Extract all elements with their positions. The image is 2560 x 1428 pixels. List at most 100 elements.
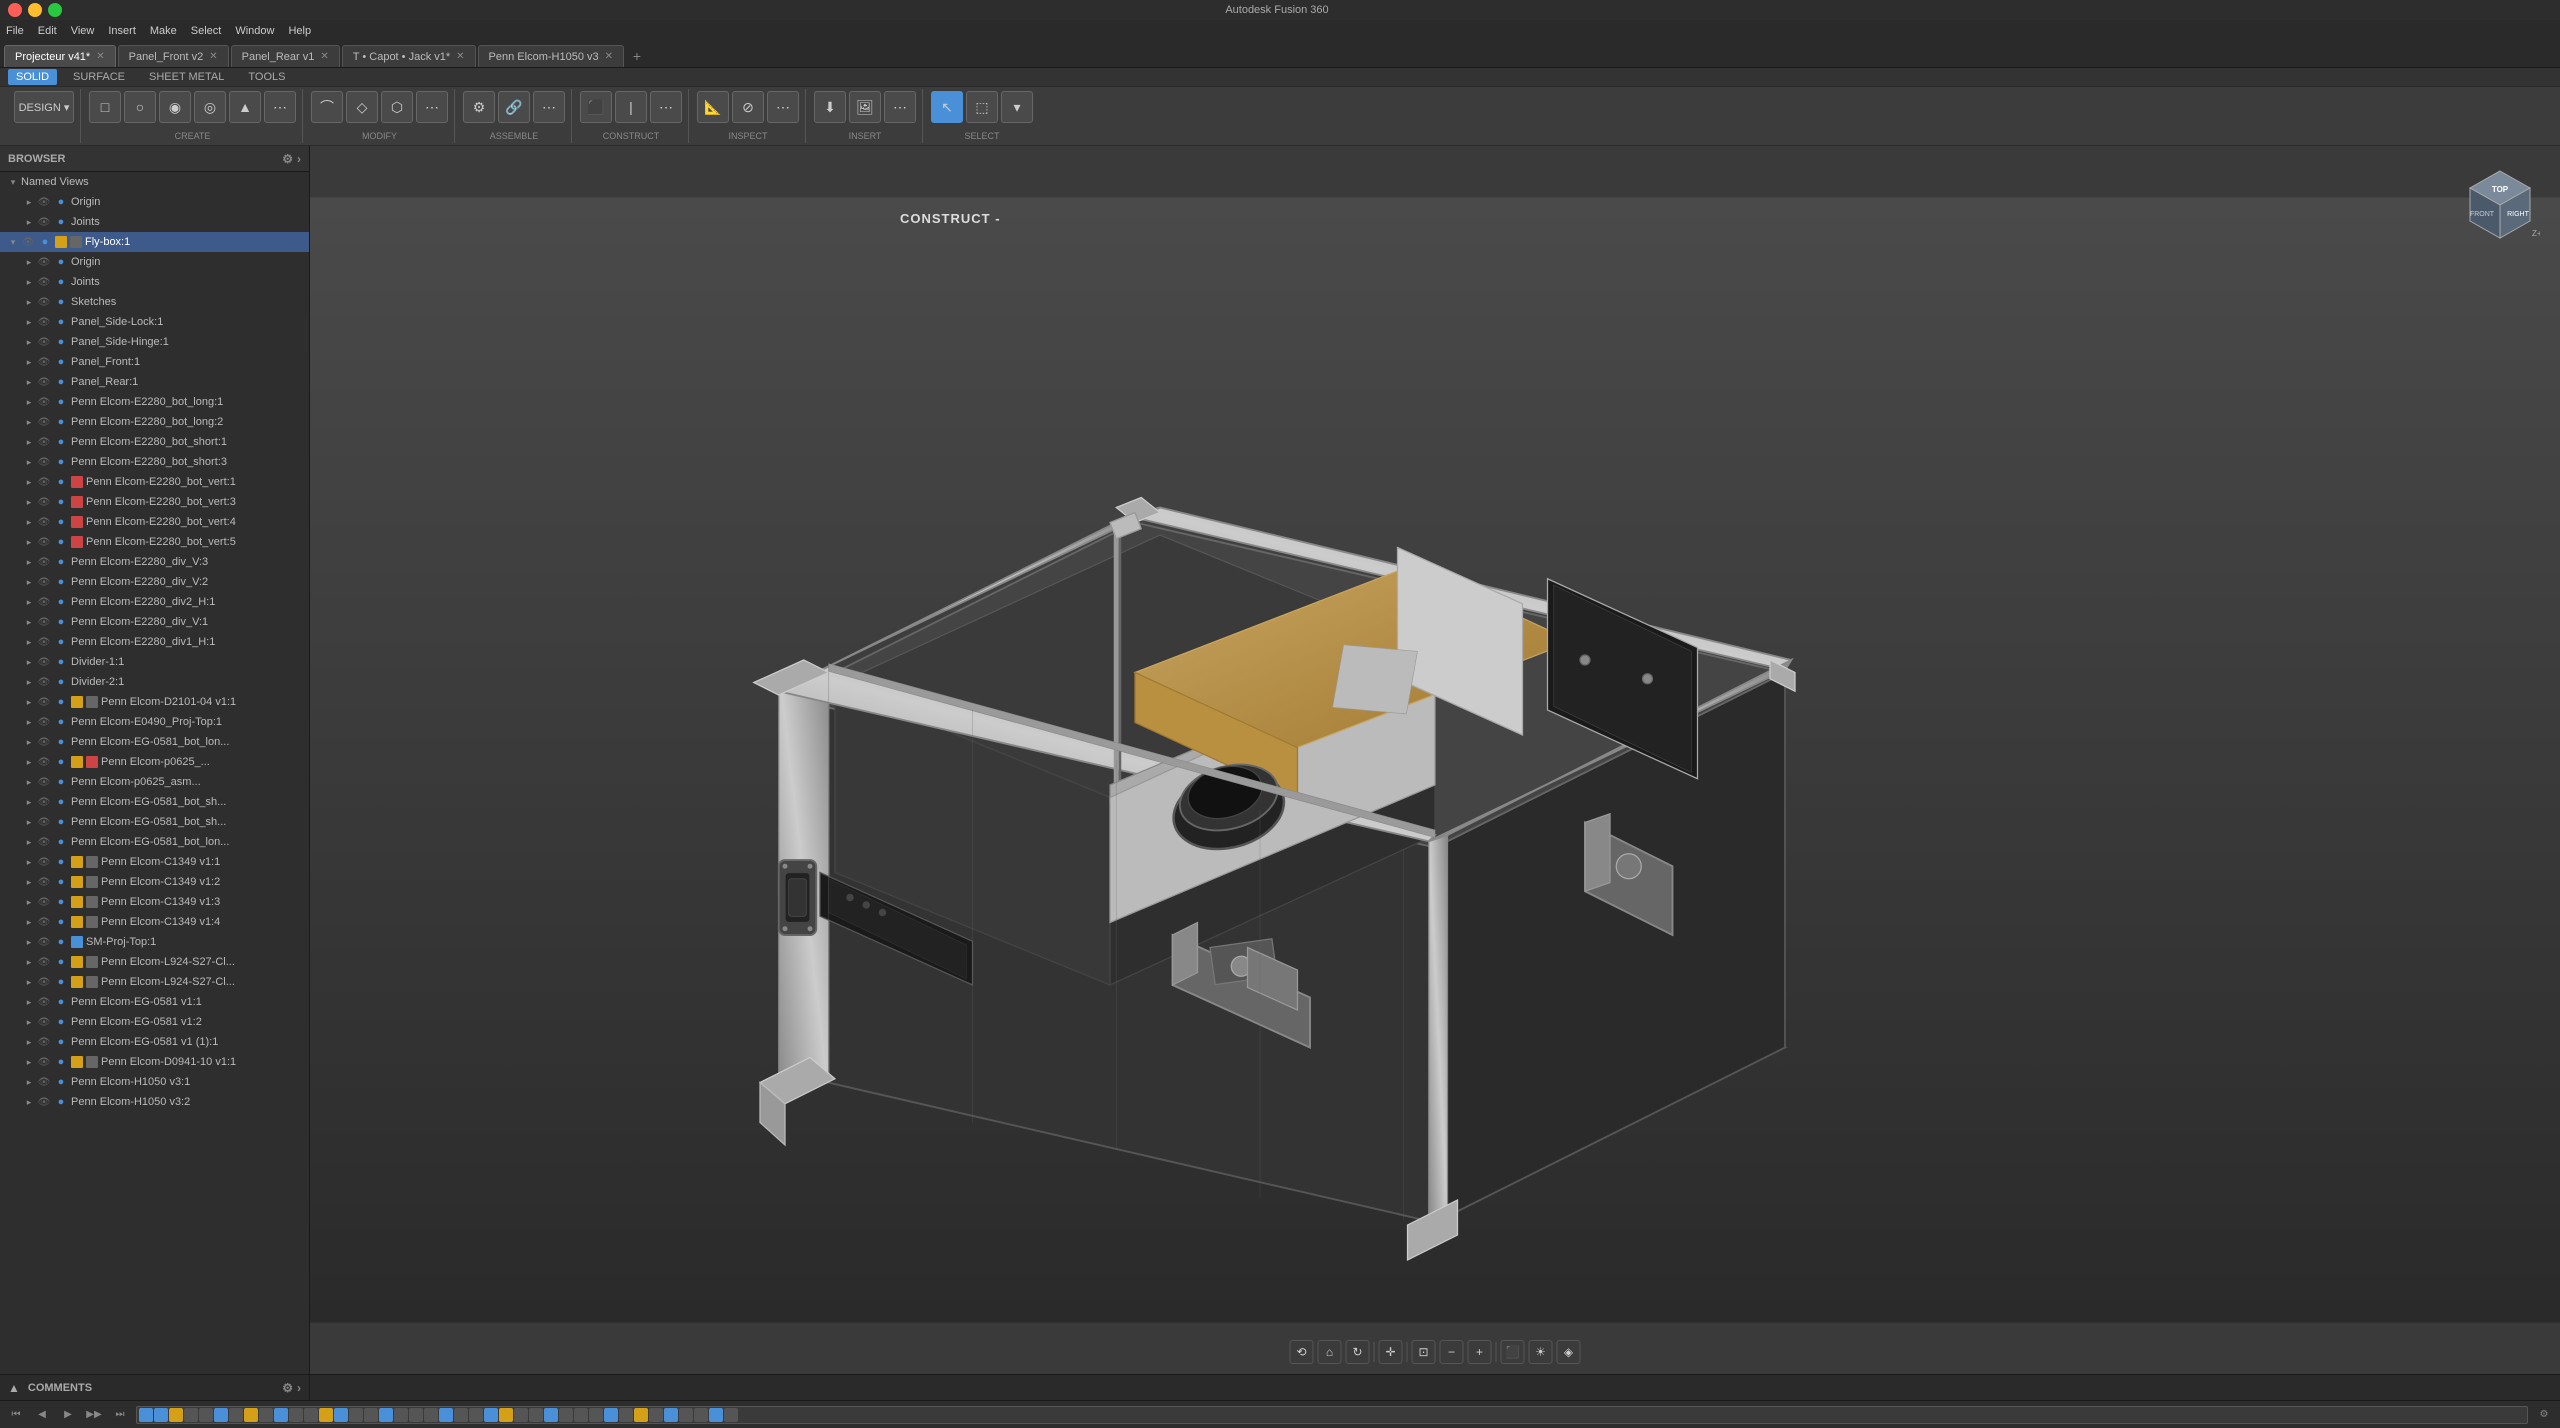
tab-close-0[interactable]: ✕ [96,51,104,62]
comments-expand-icon[interactable]: ▲ [8,1381,20,1395]
timeline-item-4[interactable] [199,1408,213,1422]
new-tab-button[interactable]: + [626,45,648,67]
timeline-item-37[interactable] [694,1408,708,1422]
menu-help[interactable]: Help [288,25,311,37]
tree-item-19[interactable]: ▸👁●Penn Elcom-E2280_div_V:3 [0,552,309,572]
tree-item-26[interactable]: ▸👁●Penn Elcom-D2101-04 v1:1 [0,692,309,712]
menu-insert[interactable]: Insert [108,25,136,37]
minimize-btn[interactable] [28,3,42,17]
timeline-item-30[interactable] [589,1408,603,1422]
eye-icon-13[interactable]: 👁 [37,437,51,448]
nav-cube[interactable]: TOP RIGHT FRONT Z+ [2460,166,2540,246]
eye-icon-21[interactable]: 👁 [37,597,51,608]
eye-icon-22[interactable]: 👁 [37,617,51,628]
eye-icon-17[interactable]: 👁 [37,517,51,528]
create-extrude-btn[interactable]: ▲ [229,91,261,123]
close-btn[interactable] [8,3,22,17]
assemble-rigid-btn[interactable]: 🔗 [498,91,530,123]
timeline-item-0[interactable] [139,1408,153,1422]
menu-select[interactable]: Select [191,25,222,37]
eye-icon-10[interactable]: 👁 [37,377,51,388]
assemble-more-btn[interactable]: ⋯ [533,91,565,123]
tree-item-33[interactable]: ▸👁●Penn Elcom-EG-0581_bot_lon... [0,832,309,852]
eye-icon-14[interactable]: 👁 [37,457,51,468]
tree-item-6[interactable]: ▸👁●Sketches [0,292,309,312]
tree-item-23[interactable]: ▸👁●Penn Elcom-E2280_div1_H:1 [0,632,309,652]
timeline-item-8[interactable] [259,1408,273,1422]
tree-item-24[interactable]: ▸👁●Divider-1:1 [0,652,309,672]
ws-tools[interactable]: TOOLS [240,69,293,85]
tab-close-1[interactable]: ✕ [209,51,217,62]
tree-item-22[interactable]: ▸👁●Penn Elcom-E2280_div_V:1 [0,612,309,632]
ws-sheet-metal[interactable]: SHEET METAL [141,69,232,85]
construct-axis-btn[interactable]: | [615,91,647,123]
create-sphere-btn[interactable]: ◉ [159,91,191,123]
tree-item-46[interactable]: ▸👁●Penn Elcom-H1050 v3:2 [0,1092,309,1112]
tree-item-25[interactable]: ▸👁●Divider-2:1 [0,672,309,692]
menu-make[interactable]: Make [150,25,177,37]
timeline-item-2[interactable] [169,1408,183,1422]
tree-item-3[interactable]: ▾👁●Fly-box:1 [0,232,309,252]
design-dropdown[interactable]: DESIGN ▾ [14,91,74,123]
tree-item-17[interactable]: ▸👁●Penn Elcom-E2280_bot_vert:4 [0,512,309,532]
inspect-measure-btn[interactable]: 📐 [697,91,729,123]
menu-view[interactable]: View [71,25,95,37]
timeline-item-21[interactable] [454,1408,468,1422]
eye-icon-20[interactable]: 👁 [37,577,51,588]
insert-canvas-btn[interactable]: 🖼 [849,91,881,123]
select-window-btn[interactable]: ⬚ [966,91,998,123]
eye-icon-40[interactable]: 👁 [37,977,51,988]
tree-item-42[interactable]: ▸👁●Penn Elcom-EG-0581 v1:2 [0,1012,309,1032]
create-box-btn[interactable]: □ [89,91,121,123]
inspect-section-btn[interactable]: ⊘ [732,91,764,123]
eye-icon-34[interactable]: 👁 [37,857,51,868]
eye-icon-41[interactable]: 👁 [37,997,51,1008]
construct-plane-btn[interactable]: ⬛ [580,91,612,123]
tab-close-4[interactable]: ✕ [605,51,613,62]
pan-btn[interactable]: ✛ [1379,1340,1403,1364]
eye-icon-16[interactable]: 👁 [37,497,51,508]
timeline-item-15[interactable] [364,1408,378,1422]
tree-item-31[interactable]: ▸👁●Penn Elcom-EG-0581_bot_sh... [0,792,309,812]
tree-item-29[interactable]: ▸👁●Penn Elcom-p0625_... [0,752,309,772]
timeline-item-12[interactable] [319,1408,333,1422]
eye-icon-36[interactable]: 👁 [37,897,51,908]
tree-item-40[interactable]: ▸👁●Penn Elcom-L924-S27-Cl... [0,972,309,992]
timeline-item-17[interactable] [394,1408,408,1422]
timeline-item-24[interactable] [499,1408,513,1422]
tree-item-45[interactable]: ▸👁●Penn Elcom-H1050 v3:1 [0,1072,309,1092]
timeline-item-27[interactable] [544,1408,558,1422]
tl-skip-start[interactable]: ⏮ [6,1405,26,1425]
tree-item-0[interactable]: ▾Named Views [0,172,309,192]
assemble-joint-btn[interactable]: ⚙ [463,91,495,123]
eye-icon-37[interactable]: 👁 [37,917,51,928]
tree-item-2[interactable]: ▸👁●Joints [0,212,309,232]
tree-item-11[interactable]: ▸👁●Penn Elcom-E2280_bot_long:1 [0,392,309,412]
tl-prev[interactable]: ◀ [32,1405,52,1425]
timeline-item-10[interactable] [289,1408,303,1422]
eye-icon-12[interactable]: 👁 [37,417,51,428]
eye-icon-43[interactable]: 👁 [37,1037,51,1048]
tl-play[interactable]: ▶ [58,1405,78,1425]
create-torus-btn[interactable]: ◎ [194,91,226,123]
timeline-track[interactable] [136,1406,2528,1424]
tree-item-20[interactable]: ▸👁●Penn Elcom-E2280_div_V:2 [0,572,309,592]
eye-icon-23[interactable]: 👁 [37,637,51,648]
timeline-item-18[interactable] [409,1408,423,1422]
browser-collapse-btn[interactable]: › [297,152,301,166]
timeline-item-16[interactable] [379,1408,393,1422]
tree-item-30[interactable]: ▸👁●Penn Elcom-p0625_asm... [0,772,309,792]
eye-icon-38[interactable]: 👁 [37,937,51,948]
timeline-item-20[interactable] [439,1408,453,1422]
tree-item-21[interactable]: ▸👁●Penn Elcom-E2280_div2_H:1 [0,592,309,612]
eye-icon-11[interactable]: 👁 [37,397,51,408]
tree-item-34[interactable]: ▸👁●Penn Elcom-C1349 v1:1 [0,852,309,872]
timeline-item-6[interactable] [229,1408,243,1422]
tree-item-13[interactable]: ▸👁●Penn Elcom-E2280_bot_short:1 [0,432,309,452]
construct-more-btn[interactable]: ⋯ [650,91,682,123]
tab-4[interactable]: Penn Elcom-H1050 v3 ✕ [478,45,624,67]
eye-icon-42[interactable]: 👁 [37,1017,51,1028]
zoom-in-btn[interactable]: + [1468,1340,1492,1364]
visual-style-btn[interactable]: ◈ [1557,1340,1581,1364]
create-more-btn[interactable]: ⋯ [264,91,296,123]
